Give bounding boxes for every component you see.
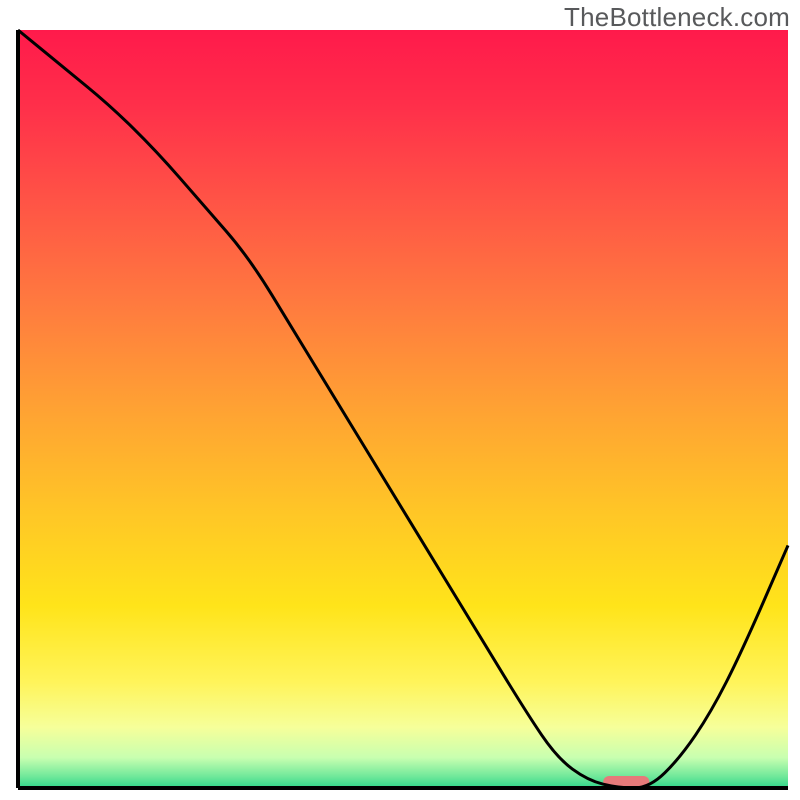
chart-frame: TheBottleneck.com — [0, 0, 800, 800]
plot-background — [18, 30, 788, 788]
bottleneck-chart — [0, 0, 800, 800]
